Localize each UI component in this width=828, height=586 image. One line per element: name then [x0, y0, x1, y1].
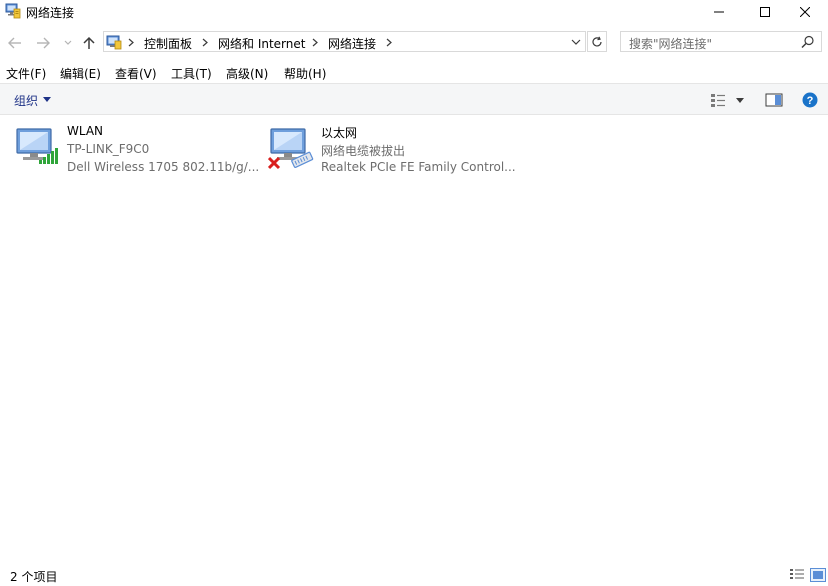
control-panel-icon [106, 35, 122, 50]
up-button[interactable] [80, 32, 98, 54]
search-box[interactable]: 搜索"网络连接" [620, 31, 822, 52]
menu-advanced[interactable]: 高级(N) [226, 65, 268, 82]
close-icon [800, 7, 810, 17]
caret-down-icon[interactable] [43, 97, 51, 102]
navigation-bar: 控制面板 网络和 Internet 网络连接 搜索"网络连接" [0, 28, 828, 58]
minimize-button[interactable] [696, 0, 742, 24]
breadcrumb-network-connections[interactable]: 网络连接 [328, 35, 376, 52]
menu-bar: 文件(F) 编辑(E) 查看(V) 工具(T) 高级(N) 帮助(H) [0, 62, 828, 82]
breadcrumb-separator[interactable] [126, 35, 136, 49]
change-view-icon[interactable] [710, 92, 726, 108]
large-icons-view-icon[interactable] [810, 568, 826, 582]
forward-button[interactable] [34, 32, 52, 54]
search-icon[interactable] [801, 35, 815, 49]
details-view-icon[interactable] [789, 568, 805, 582]
item-count: 2 个项目 [10, 570, 58, 584]
ethernet-disconnected-icon [268, 128, 314, 170]
breadcrumb-separator[interactable] [310, 35, 320, 49]
arrow-left-icon [8, 37, 21, 49]
view-options-chevron-icon[interactable] [735, 92, 745, 108]
address-bar[interactable]: 控制面板 网络和 Internet 网络连接 [103, 31, 586, 52]
chevron-right-icon [202, 38, 208, 46]
close-button[interactable] [782, 0, 828, 24]
chevron-down-icon [64, 40, 72, 45]
chevron-down-icon [571, 39, 581, 45]
back-button[interactable] [6, 32, 24, 54]
menu-edit[interactable]: 编辑(E) [60, 65, 101, 82]
organize-button[interactable]: 组织 [14, 92, 38, 109]
connection-status: 网络电缆被拔出 [321, 144, 406, 158]
connection-item-ethernet[interactable]: 以太网 网络电缆被拔出 Realtek PCIe FE Family Contr… [268, 123, 518, 179]
recent-locations-button[interactable] [62, 32, 74, 54]
breadcrumb-network-internet[interactable]: 网络和 Internet [218, 35, 305, 52]
breadcrumb-separator[interactable] [384, 35, 394, 49]
arrow-right-icon [37, 37, 50, 49]
connection-adapter: Realtek PCIe FE Family Control... [321, 160, 516, 174]
menu-view[interactable]: 查看(V) [115, 65, 157, 82]
search-input[interactable]: 搜索"网络连接" [629, 35, 712, 52]
connection-name: WLAN [67, 124, 104, 138]
menu-tools[interactable]: 工具(T) [171, 65, 212, 82]
maximize-icon [760, 7, 770, 17]
address-history-button[interactable] [569, 34, 583, 50]
preview-pane-icon[interactable] [765, 92, 783, 108]
breadcrumb-control-panel[interactable]: 控制面板 [144, 35, 192, 52]
connection-name: 以太网 [321, 126, 358, 140]
connections-view: WLAN TP-LINK_F9C0 Dell Wireless 1705 802… [0, 115, 828, 562]
breadcrumb-separator[interactable] [200, 35, 210, 49]
wireless-network-icon [16, 128, 58, 164]
menu-help[interactable]: 帮助(H) [284, 65, 326, 82]
minimize-icon [714, 11, 724, 13]
arrow-up-icon [83, 36, 95, 49]
window-title: 网络连接 [26, 6, 75, 20]
chevron-right-icon [128, 38, 134, 46]
network-connections-icon [5, 3, 21, 19]
menu-file[interactable]: 文件(F) [6, 65, 46, 82]
help-icon[interactable]: ? [802, 92, 818, 108]
refresh-icon [592, 36, 602, 46]
status-bar: 2 个项目 [0, 562, 828, 586]
refresh-button[interactable] [587, 31, 607, 52]
connection-item-wlan[interactable]: WLAN TP-LINK_F9C0 Dell Wireless 1705 802… [14, 123, 259, 179]
chevron-right-icon [312, 38, 318, 46]
chevron-right-icon [386, 38, 392, 46]
title-bar: 网络连接 [0, 0, 828, 24]
svg-text:?: ? [807, 95, 814, 107]
command-bar: 组织 ? [0, 83, 828, 115]
connection-adapter: Dell Wireless 1705 802.11b/g/... [67, 160, 260, 174]
connection-status: TP-LINK_F9C0 [67, 142, 150, 156]
